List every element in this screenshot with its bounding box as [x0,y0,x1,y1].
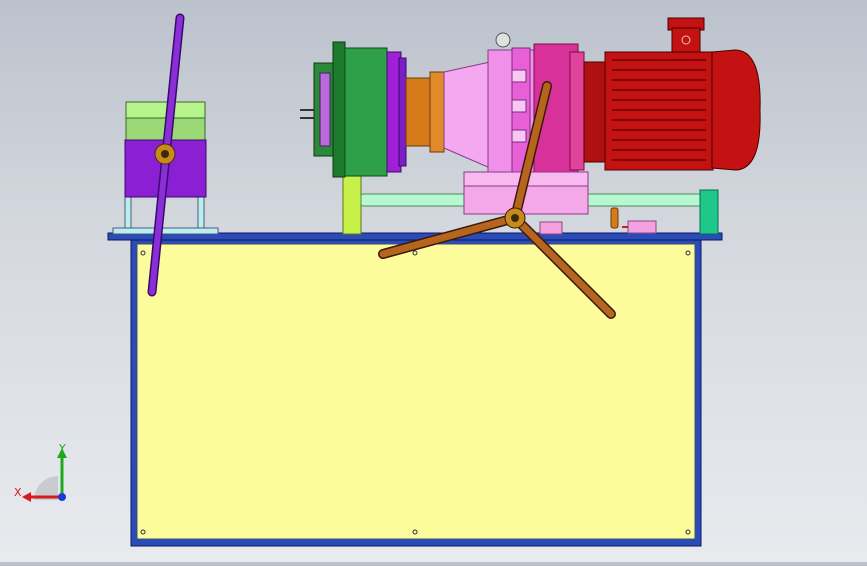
oil-tank[interactable] [107,232,723,547]
flange-disc-edge [398,57,407,167]
y-axis-label: Y [58,442,66,455]
cad-viewport[interactable] [0,0,867,562]
lever-pivot-pin [161,150,169,158]
handwheel-hub-pin [511,214,519,222]
flange-assembly[interactable] [300,41,407,178]
pipe-end-block [699,189,719,235]
lifting-eye [495,32,511,48]
assembly-drawing[interactable] [0,0,867,562]
reducer-window [511,69,527,83]
reducer-window [511,99,527,113]
z-axis-dot [58,493,66,501]
reducer-flange [569,51,585,171]
pump-base-plate [112,227,219,235]
coupling-hub [429,71,445,153]
flange-insert [319,72,331,147]
pump-cap [125,101,206,119]
pump-leg [197,195,205,229]
x-axis-label: X [14,486,22,499]
mount-valve [539,221,563,235]
electric-motor[interactable] [583,17,761,171]
motor-fan-cover [711,49,761,171]
x-axis-arrow [22,492,31,502]
reducer-window [511,129,527,143]
flange-ring [332,41,346,178]
pump-leg [124,195,132,229]
coordinate-triad: Y X [14,442,67,502]
terminal-box [671,27,701,53]
drain-stub [610,207,619,229]
flange-body [344,47,388,177]
reducer-cone [443,61,491,169]
coupling[interactable] [405,71,445,153]
valve-block [627,220,657,234]
tank-panel [136,243,696,540]
